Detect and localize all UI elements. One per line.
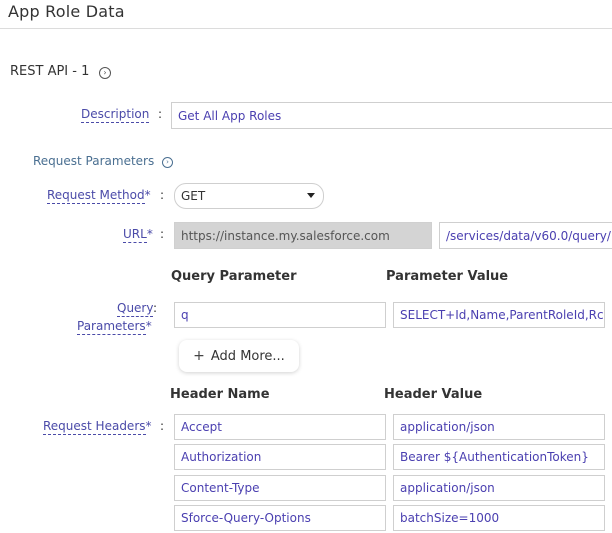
chevron-right-circle-icon[interactable]: ›: [162, 157, 173, 168]
description-input[interactable]: Get All App Roles: [171, 102, 612, 129]
header-name-column-header: Header Name: [170, 387, 270, 402]
add-more-button[interactable]: + Add More...: [179, 340, 299, 372]
request-method-colon: :: [160, 188, 165, 202]
url-label: URL*: [123, 227, 153, 243]
header-name-input[interactable]: Authorization: [174, 444, 386, 470]
page-title: App Role Data: [8, 2, 125, 21]
header-name-input[interactable]: Accept: [174, 414, 386, 440]
header-value-column-header: Header Value: [384, 387, 483, 402]
request-headers-label: Request Headers*: [43, 419, 152, 435]
description-colon: :: [158, 107, 163, 121]
query-parameters-label-line2: Parameters*: [77, 319, 152, 335]
section-title: REST API - 1: [10, 64, 90, 79]
header-name-input[interactable]: Sforce-Query-Options: [174, 505, 386, 531]
plus-icon: +: [193, 348, 205, 364]
query-parameter-name-input[interactable]: q: [174, 302, 386, 328]
request-headers-colon: :: [160, 419, 165, 433]
url-path-input[interactable]: /services/data/v60.0/query/: [439, 222, 612, 249]
header-value-input[interactable]: Bearer ${AuthenticationToken}: [393, 444, 605, 470]
query-parameters-colon: :: [153, 301, 158, 315]
description-label: Description: [81, 107, 150, 123]
parameter-value-column-header: Parameter Value: [386, 269, 509, 284]
header-name-input[interactable]: Content-Type: [174, 475, 386, 501]
query-parameter-column-header: Query Parameter: [171, 269, 297, 284]
query-parameter-value-input[interactable]: SELECT+Id,Name,ParentRoleId,Rc: [393, 302, 605, 328]
query-parameters-label-line1: Query: [117, 301, 154, 317]
url-base-input: https://instance.my.salesforce.com: [174, 222, 432, 249]
chevron-down-icon: [307, 193, 315, 198]
chevron-right-circle-icon[interactable]: ›: [99, 67, 111, 79]
title-divider: [0, 28, 612, 29]
header-value-input[interactable]: application/json: [393, 475, 605, 501]
request-parameters-title: Request Parameters: [33, 154, 155, 168]
request-method-label: Request Method*: [47, 188, 151, 204]
header-value-input[interactable]: application/json: [393, 414, 605, 440]
request-method-value: GET: [181, 189, 206, 203]
add-more-label: Add More...: [210, 348, 285, 364]
url-colon: :: [160, 227, 165, 241]
request-method-select[interactable]: GET: [174, 183, 324, 209]
header-value-input[interactable]: batchSize=1000: [393, 505, 605, 531]
